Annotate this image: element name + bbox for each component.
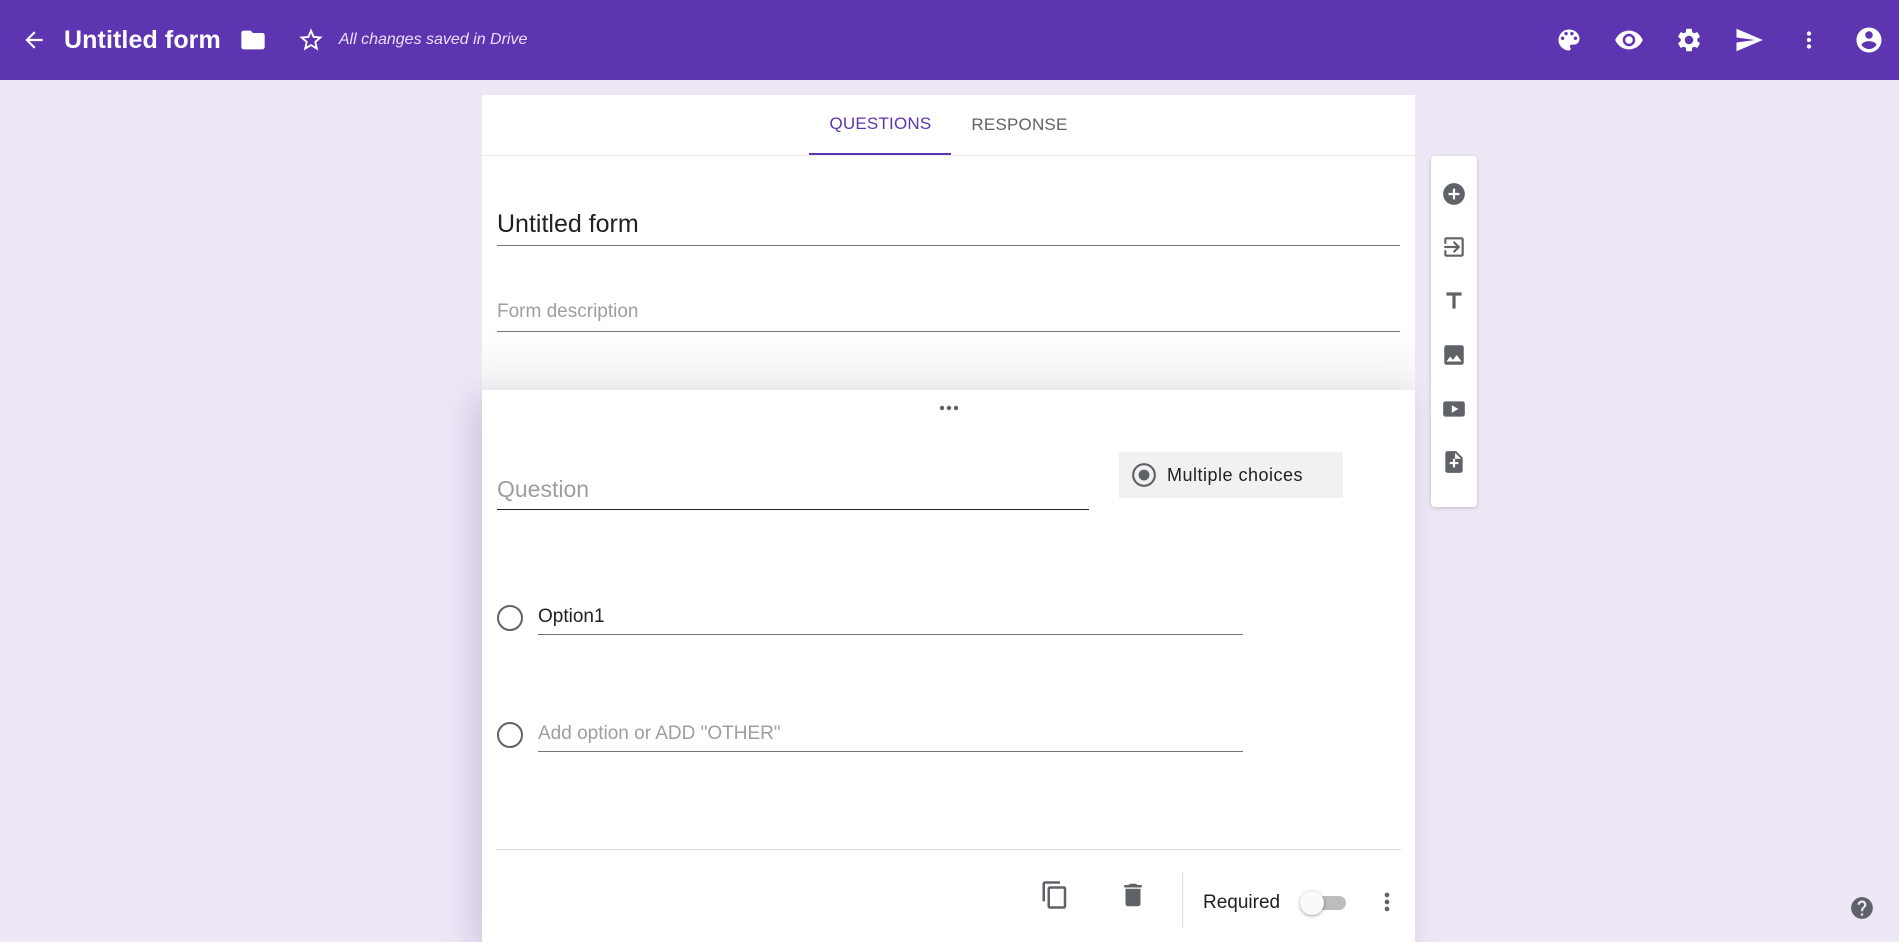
image-icon [1444,345,1464,365]
form-tabs: QUESTIONS RESPONSE [482,95,1415,155]
question-type-dropdown[interactable]: Multiple choices [1119,452,1343,498]
add-circle-icon [1443,183,1465,205]
footer-vertical-divider [1182,872,1183,928]
more-vert-icon [1806,31,1812,49]
add-option-row: Add option or ADD "OTHER" [497,717,1243,752]
question-card: Question Multiple choices Option1 Add op… [482,390,1415,942]
question-type-label: Multiple choices [1167,464,1304,485]
send-icon [1736,28,1763,52]
help-icon[interactable] [1849,895,1875,921]
add-question-button[interactable] [1440,180,1468,208]
back-button[interactable] [12,18,56,62]
add-option-input[interactable]: Add option or ADD "OTHER" [538,717,1243,752]
option-row: Option1 [497,600,1243,635]
option-input[interactable]: Option1 [538,600,1243,635]
radio-unchecked-icon [497,721,523,748]
appbar-actions [1547,18,1891,62]
question-footer: Required [482,850,1415,942]
required-label: Required [1203,892,1281,913]
more-options-button[interactable] [1787,18,1831,62]
tab-questions[interactable]: QUESTIONS [809,95,952,155]
video-icon [1443,401,1465,417]
settings-button[interactable] [1667,18,1711,62]
header-card-fade [482,330,1415,390]
title-text-icon [1446,292,1462,309]
send-button[interactable] [1727,18,1771,62]
add-video-button[interactable] [1440,395,1468,423]
duplicate-icon[interactable] [1040,880,1070,910]
account-button[interactable] [1847,18,1891,62]
form-name-title[interactable]: Untitled form [64,26,221,55]
account-icon [1856,27,1882,53]
radio-unchecked-icon [497,604,523,631]
add-section-icon [1445,451,1463,473]
folder-icon [241,30,265,50]
move-to-folder-button[interactable] [231,18,275,62]
add-section-button[interactable] [1440,448,1468,476]
tab-response[interactable]: RESPONSE [951,95,1087,155]
gear-icon [1678,28,1700,52]
add-image-button[interactable] [1440,341,1468,369]
required-toggle[interactable] [1300,890,1350,916]
import-questions-button[interactable] [1440,233,1468,261]
customize-theme-button[interactable] [1547,18,1591,62]
toggle-thumb [1300,891,1324,915]
form-description-input[interactable]: Form description [497,301,1400,332]
drag-handle-icon[interactable] [937,402,961,414]
save-status: All changes saved in Drive [338,31,528,48]
add-title-button[interactable] [1440,287,1468,315]
import-question-icon [1444,237,1464,257]
palette-icon [1558,29,1580,51]
preview-button[interactable] [1607,18,1651,62]
delete-icon[interactable] [1118,880,1148,910]
question-title-input[interactable]: Question [497,476,1089,510]
radio-checked-icon [1132,463,1156,487]
app-bar: Untitled form All changes saved in Drive [0,0,1899,80]
more-vert-icon[interactable] [1373,888,1401,916]
eye-icon [1615,30,1643,50]
side-toolbar [1431,156,1477,507]
form-header-card: Untitled form Form description [482,156,1415,390]
star-button[interactable] [289,18,333,62]
form-title-input[interactable]: Untitled form [497,210,1400,246]
back-arrow-icon [25,31,43,49]
star-icon [299,28,323,51]
